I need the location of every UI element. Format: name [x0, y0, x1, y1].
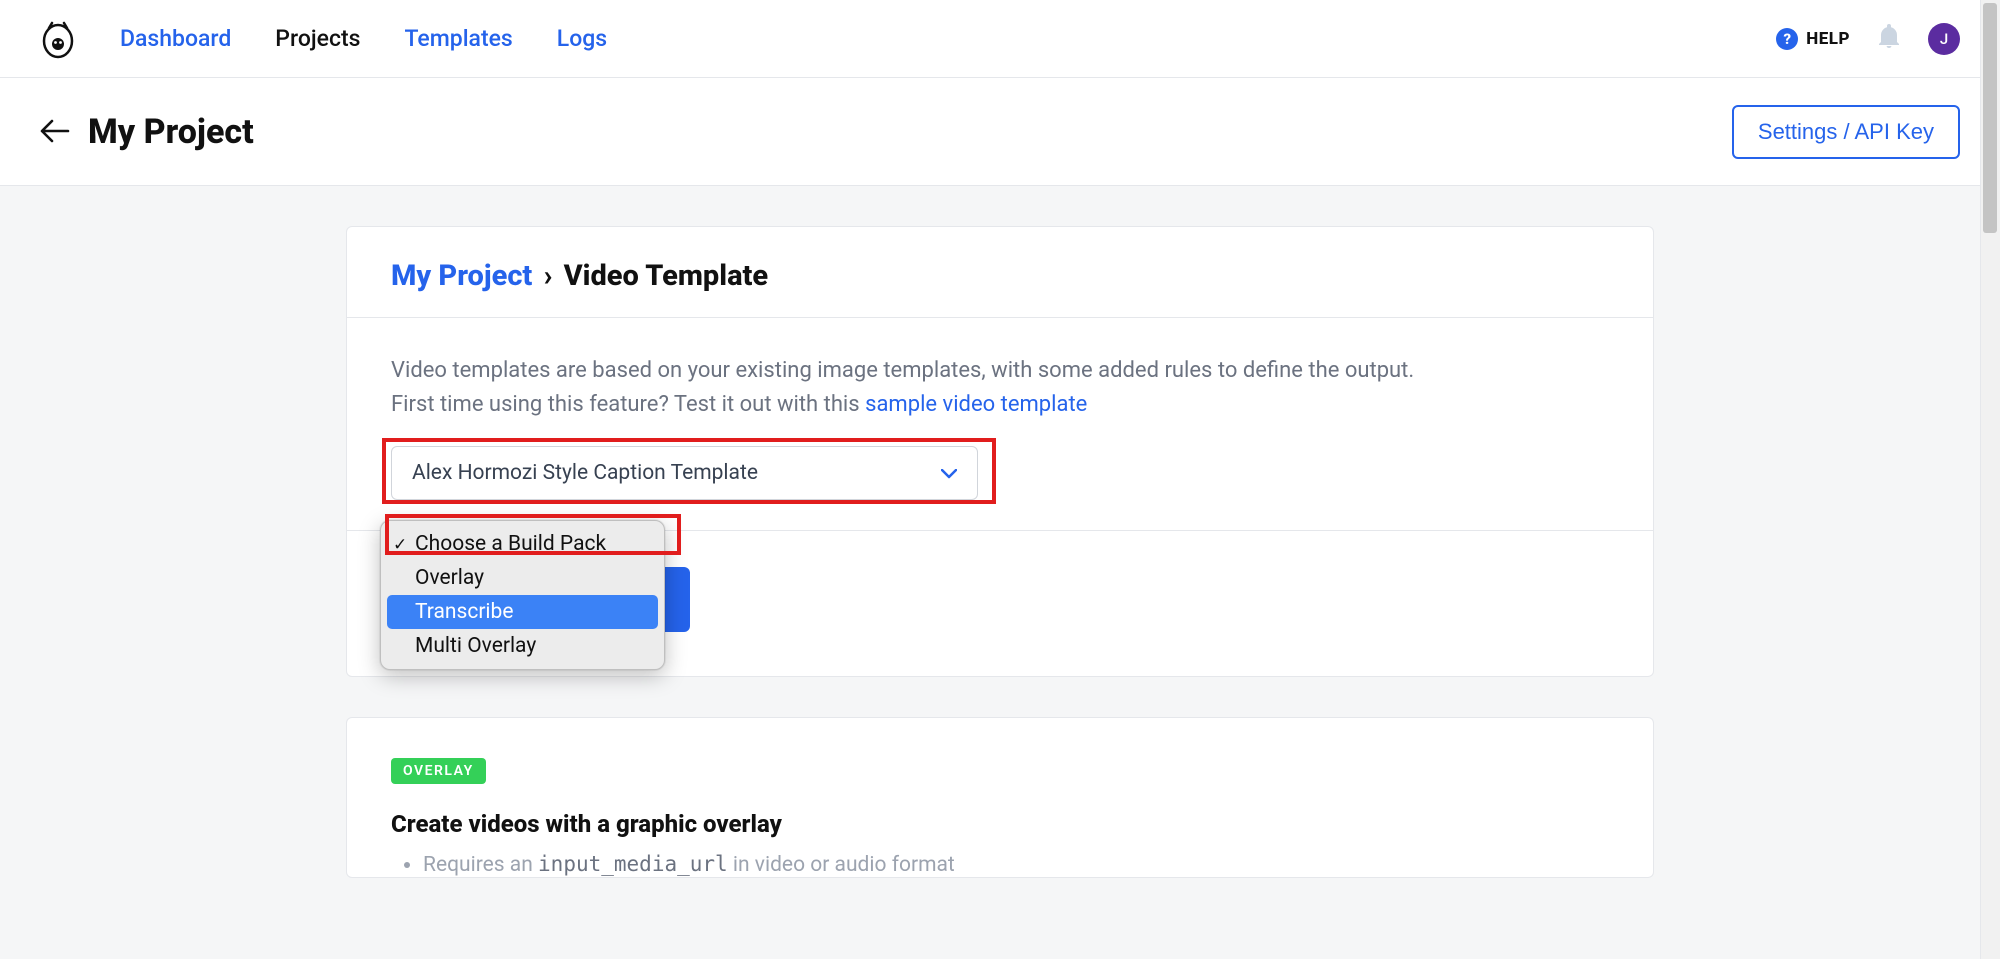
card-body: Video templates are based on your existi… [347, 318, 1653, 531]
sample-video-template-link[interactable]: sample video template [865, 392, 1087, 417]
dropdown-item-label: Choose a Build Pack [415, 532, 606, 556]
chevron-down-icon [941, 463, 957, 484]
overlay-info-card: OVERLAY Create videos with a graphic ove… [346, 717, 1654, 878]
bullet-prefix: Requires an [423, 853, 538, 877]
dropdown-item-transcribe[interactable]: Transcribe [387, 595, 658, 629]
video-template-card: My Project › Video Template Video templa… [346, 226, 1654, 677]
help-label: HELP [1806, 29, 1850, 49]
overlay-card-bullet: Requires an input_media_url in video or … [423, 852, 1609, 877]
overlay-card-list: Requires an input_media_url in video or … [391, 852, 1609, 877]
template-select-wrap: Alex Hormozi Style Caption Template ✓ Ch… [391, 446, 993, 500]
breadcrumb: My Project › Video Template [391, 259, 1609, 293]
breadcrumb-current: Video Template [564, 259, 769, 293]
nav-link-templates[interactable]: Templates [404, 25, 512, 52]
check-icon: ✓ [393, 535, 407, 555]
content-column: My Project › Video Template Video templa… [346, 226, 1654, 919]
dropdown-item-choose[interactable]: ✓ Choose a Build Pack [387, 527, 658, 561]
dropdown-item-overlay[interactable]: Overlay [387, 561, 658, 595]
template-select[interactable]: Alex Hormozi Style Caption Template [391, 446, 978, 500]
avatar-initial: J [1940, 30, 1948, 48]
bullet-code: input_media_url [538, 852, 728, 876]
help-icon: ? [1776, 28, 1798, 50]
scrollbar-thumb[interactable] [1983, 3, 1997, 233]
dropdown-item-label: Transcribe [415, 600, 513, 624]
nav-link-logs[interactable]: Logs [557, 25, 607, 52]
dropdown-item-label: Multi Overlay [415, 634, 536, 658]
avatar[interactable]: J [1928, 23, 1960, 55]
settings-api-key-button[interactable]: Settings / API Key [1732, 105, 1960, 159]
top-nav-right: ? HELP J [1776, 23, 1960, 55]
breadcrumb-separator: › [540, 259, 557, 293]
page-header-left: My Project [40, 112, 254, 152]
overlay-card-title: Create videos with a graphic overlay [391, 810, 1609, 838]
nav-links: Dashboard Projects Templates Logs [120, 25, 607, 52]
top-nav: Dashboard Projects Templates Logs ? HELP… [0, 0, 2000, 78]
page-header: My Project Settings / API Key [0, 78, 2000, 186]
template-select-value: Alex Hormozi Style Caption Template [412, 461, 758, 485]
scrollbar-track[interactable] [1980, 0, 2000, 959]
page-title: My Project [88, 112, 254, 152]
help-button[interactable]: ? HELP [1776, 28, 1850, 50]
breadcrumb-project-link[interactable]: My Project [391, 259, 532, 293]
intro-line1: Video templates are based on your existi… [391, 358, 1414, 383]
back-arrow-icon[interactable] [40, 115, 70, 149]
nav-link-projects[interactable]: Projects [275, 25, 360, 52]
intro-text: Video templates are based on your existi… [391, 354, 1609, 422]
content-area: My Project › Video Template Video templa… [0, 186, 2000, 959]
overlay-badge: OVERLAY [391, 758, 486, 784]
intro-line2-prefix: First time using this feature? Test it o… [391, 392, 865, 417]
dropdown-item-label: Overlay [415, 566, 484, 590]
buildpack-dropdown[interactable]: ✓ Choose a Build Pack Overlay Transcribe… [380, 520, 665, 670]
card-header: My Project › Video Template [347, 227, 1653, 318]
bullet-suffix: in video or audio format [728, 853, 955, 877]
dropdown-item-multi-overlay[interactable]: Multi Overlay [387, 629, 658, 663]
nav-link-dashboard[interactable]: Dashboard [120, 25, 231, 52]
logo[interactable] [40, 19, 76, 59]
notifications-icon[interactable] [1878, 24, 1900, 54]
top-nav-left: Dashboard Projects Templates Logs [40, 19, 607, 59]
logo-icon [40, 19, 76, 59]
